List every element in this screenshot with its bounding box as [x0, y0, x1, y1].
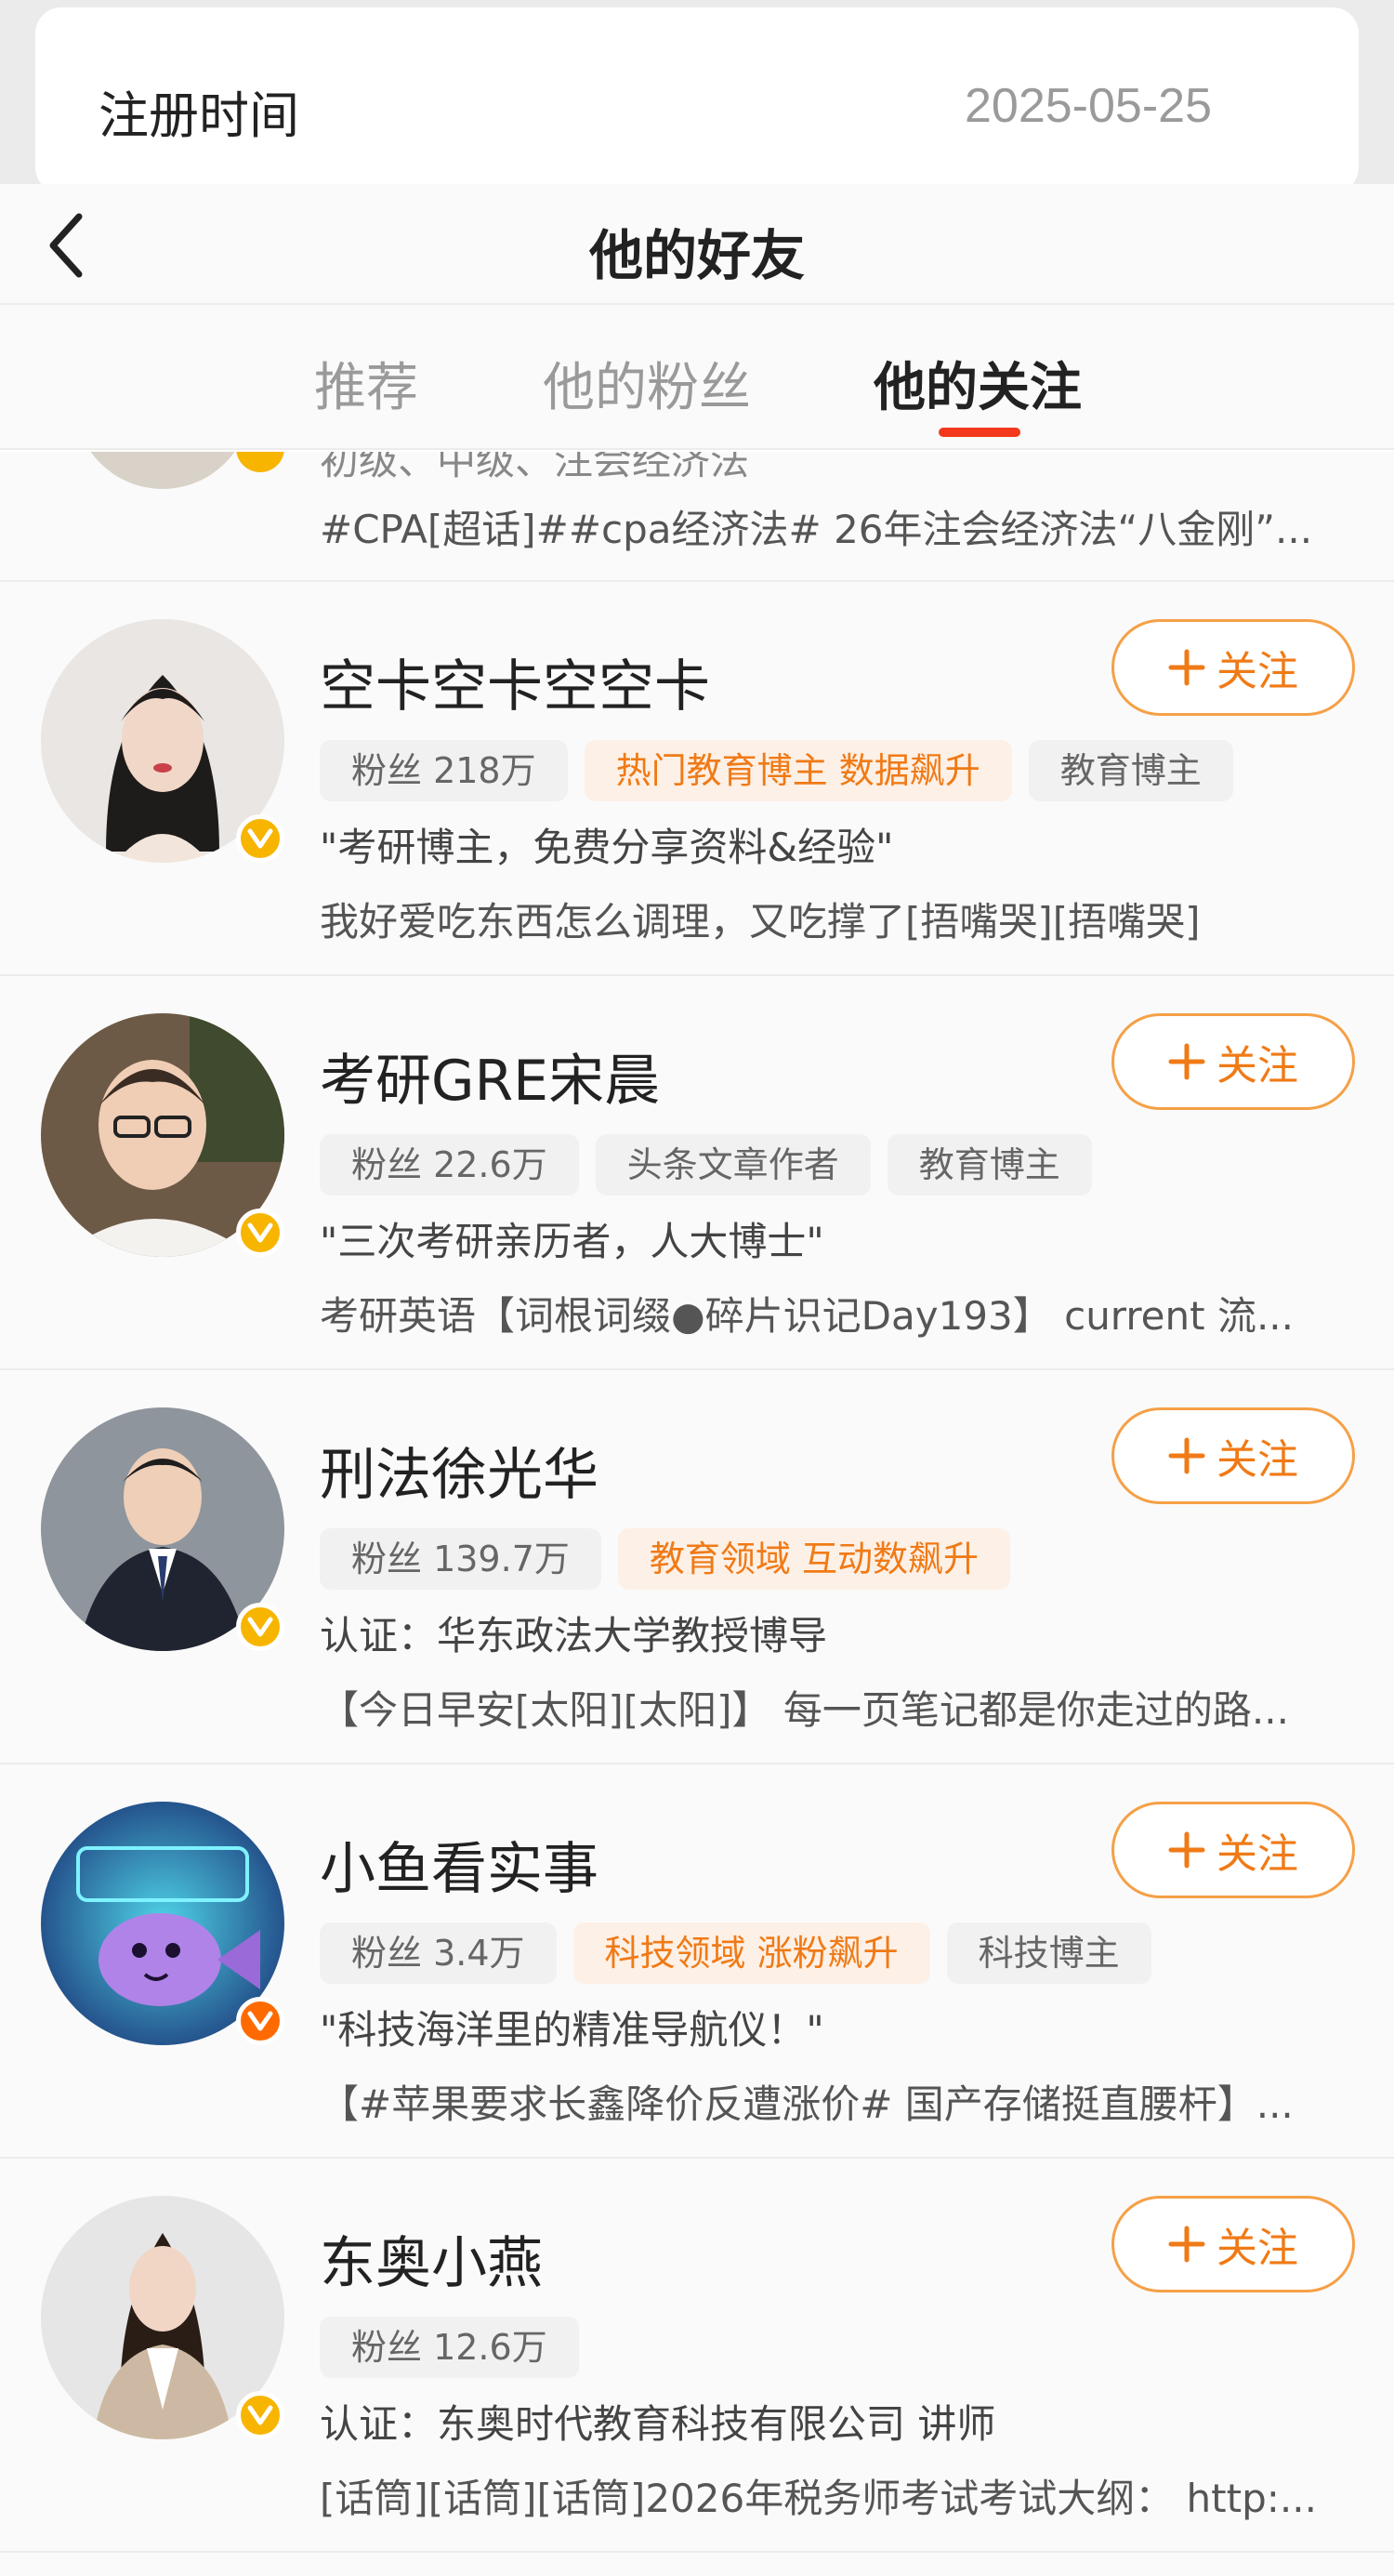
follow-button[interactable]: 关注	[1111, 2196, 1355, 2292]
following-list[interactable]: 初级、中级、注会经济法 #CPA[超话]##cpa经济法# 26年注会经济法“八…	[0, 452, 1394, 2576]
hot-tag: 教育领域 互动数飙升	[617, 1528, 1010, 1590]
user-name[interactable]: 刑法徐光华	[320, 1430, 598, 1511]
latest-post: #CPA[超话]##cpa经济法# 26年注会经济法“八金刚”...	[320, 507, 1313, 552]
avatar[interactable]	[74, 452, 251, 489]
plus-icon	[1168, 1831, 1205, 1869]
follow-button[interactable]: 关注	[1111, 1013, 1355, 1110]
user-name[interactable]: 考研GRE宋晨	[320, 1036, 660, 1116]
plus-icon	[1168, 649, 1205, 686]
list-item[interactable]: 东奥小燕 关注 粉丝 12.6万 认证：东奥时代教育科技有限公司 讲师 [话筒]…	[0, 2160, 1394, 2553]
list-item-partial[interactable]: 初级、中级、注会经济法 #CPA[超话]##cpa经济法# 26年注会经济法“八…	[0, 452, 1394, 582]
list-item[interactable]: 小鱼看实事 关注 粉丝 3.4万 科技领域 涨粉飙升 科技博主 "科技海洋里的精…	[0, 1766, 1394, 2159]
hot-tag: 热门教育博主 数据飙升	[584, 740, 1012, 801]
fans-count-tag: 粉丝 12.6万	[320, 2317, 579, 2378]
tab-recommended[interactable]: 推荐	[314, 346, 418, 421]
follow-label: 关注	[1216, 2225, 1298, 2272]
follow-label: 关注	[1216, 1436, 1298, 1484]
registration-time-value: 2025-05-25	[965, 79, 1212, 133]
user-bio: "三次考研亲历者，人大博士"	[320, 1219, 824, 1264]
tag-list: 粉丝 12.6万	[320, 2317, 579, 2378]
user-bio: "科技海洋里的精准导航仪！"	[320, 2007, 824, 2053]
registration-time-label: 注册时间	[99, 86, 299, 145]
tab-following[interactable]: 他的关注	[874, 346, 1082, 421]
follow-label: 关注	[1216, 1830, 1298, 1878]
list-item[interactable]: 空卡空卡空空卡 关注 粉丝 218万 热门教育博主 数据飙升 教育博主 "考研博…	[0, 584, 1394, 976]
tag-list: 粉丝 218万 热门教育博主 数据飙升 教育博主	[320, 740, 1233, 801]
verified-badge-icon	[236, 1603, 284, 1651]
registration-info-card: 注册时间 2025-05-25	[35, 7, 1359, 193]
user-name[interactable]: 空卡空卡空空卡	[320, 641, 710, 722]
list-item[interactable]: 考研GRE宋晨 关注 粉丝 22.6万 头条文章作者 教育博主 "三次考研亲历者…	[0, 978, 1394, 1370]
fans-count-tag: 粉丝 139.7万	[320, 1528, 601, 1590]
user-bio: 初级、中级、注会经济法	[320, 452, 750, 483]
tab-followers[interactable]: 他的粉丝	[543, 346, 751, 421]
category-tag: 教育博主	[1028, 740, 1233, 801]
active-tab-indicator	[939, 428, 1020, 437]
user-name[interactable]: 东奥小燕	[320, 2218, 543, 2299]
user-bio: 认证：东奥时代教育科技有限公司 讲师	[320, 2401, 996, 2447]
list-item[interactable]: 刑法徐光华 关注 粉丝 139.7万 教育领域 互动数飙升 认证：华东政法大学教…	[0, 1372, 1394, 1764]
fans-count-tag: 粉丝 218万	[320, 740, 568, 801]
nav-bar: 他的好友	[0, 184, 1394, 305]
fans-count-tag: 粉丝 3.4万	[320, 1922, 557, 1984]
follow-label: 关注	[1216, 648, 1298, 695]
tag-list: 粉丝 3.4万 科技领域 涨粉飙升 科技博主	[320, 1922, 1151, 1984]
plus-icon	[1168, 2226, 1205, 2263]
page-title: 他的好友	[588, 224, 805, 287]
latest-post: 【今日早安[太阳][太阳]】 每一页笔记都是你走过的路...	[320, 1687, 1289, 1733]
friends-sheet: 他的好友 推荐 他的粉丝 他的关注 初级、中级、注会经济法 #CPA[超话]##…	[0, 184, 1394, 2576]
follow-button[interactable]: 关注	[1111, 1407, 1355, 1504]
follow-button[interactable]: 关注	[1111, 619, 1355, 716]
category-tag: 头条文章作者	[595, 1134, 871, 1196]
fans-count-tag: 粉丝 22.6万	[320, 1134, 579, 1196]
category-tag: 科技博主	[946, 1922, 1151, 1984]
verified-badge-icon	[236, 1997, 284, 2045]
follow-label: 关注	[1216, 1042, 1298, 1090]
tag-list: 粉丝 139.7万 教育领域 互动数飙升	[320, 1528, 1010, 1590]
verified-badge-icon	[236, 2391, 284, 2439]
verified-badge-icon	[236, 1209, 284, 1257]
user-bio: 认证：华东政法大学教授博导	[320, 1613, 828, 1658]
user-bio: "考研博主，免费分享资料&经验"	[320, 825, 894, 870]
tag-list: 粉丝 22.6万 头条文章作者 教育博主	[320, 1134, 1092, 1196]
plus-icon	[1168, 1043, 1205, 1080]
latest-post: 我好爱吃东西怎么调理，又吃撑了[捂嘴哭][捂嘴哭]	[320, 899, 1201, 945]
plus-icon	[1168, 1437, 1205, 1474]
category-tag: 教育博主	[887, 1134, 1092, 1196]
user-name[interactable]: 小鱼看实事	[320, 1824, 598, 1905]
hot-tag: 科技领域 涨粉飙升	[572, 1922, 930, 1984]
tab-bar: 推荐 他的粉丝 他的关注	[0, 305, 1394, 450]
latest-post: 【#苹果要求长鑫降价反遭涨价# 国产存储挺直腰杆】...	[320, 2081, 1294, 2127]
follow-button[interactable]: 关注	[1111, 1802, 1355, 1898]
verified-badge-icon	[236, 452, 284, 472]
latest-post: 考研英语【词根词缀●碎片识记Day193】 current 流...	[320, 1293, 1295, 1339]
verified-badge-icon	[236, 814, 284, 863]
latest-post: [话筒][话筒][话筒]2026年税务师考试考试大纲： http:...	[320, 2476, 1317, 2521]
